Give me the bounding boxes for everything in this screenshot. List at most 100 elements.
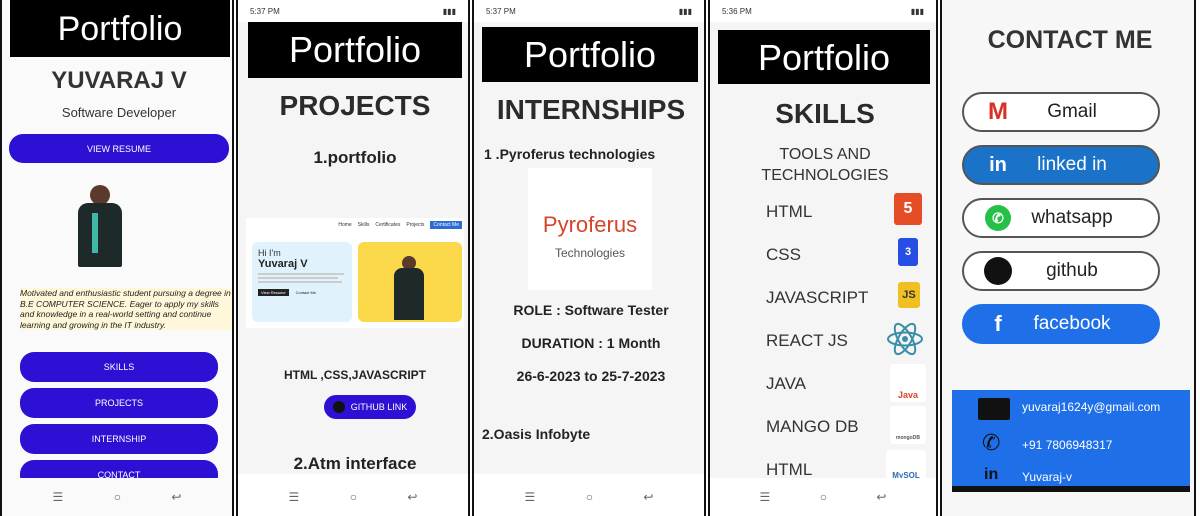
battery-icon: ▮▮▮ (910, 6, 924, 16)
home-icon[interactable]: ○ (350, 490, 357, 504)
github-icon (332, 401, 345, 413)
preview-nav-item: Home (338, 222, 352, 228)
status-time: 5:37 PM (250, 6, 280, 16)
footer-email[interactable]: yuvaraj1624y@gmail.com (1022, 400, 1160, 414)
system-nav-bar: ☰ ○ ↩ (238, 490, 468, 504)
internship-dates: 26-6-2023 to 25-7-2023 (516, 368, 666, 384)
linkedin-icon: in (984, 466, 999, 483)
skills-subtitle: TOOLS AND TECHNOLOGIES (710, 144, 936, 186)
menu-icon[interactable]: ☰ (524, 490, 535, 504)
css3-icon: 3 (898, 238, 918, 266)
skill-item: HTML (766, 202, 813, 221)
project-title: 1.portfolio (313, 148, 397, 167)
github-link-label: GITHUB LINK (350, 402, 408, 412)
github-icon (982, 255, 1014, 287)
logo-subtext: Technologies (554, 246, 626, 260)
nav-internship-button[interactable]: INTERNSHIP (20, 424, 218, 454)
logo-text: Pyroferus (542, 212, 638, 237)
profile-name: YUVARAJ V (51, 67, 187, 94)
linkedin-icon: in (989, 153, 1007, 176)
preview-nav-item: Projects (406, 222, 425, 228)
system-nav-bar: ☰ ○ ↩ (2, 490, 232, 504)
section-title: SKILLS (775, 98, 875, 129)
preview-nav-item: Contact Me (430, 221, 462, 229)
app-header: Portfolio (718, 30, 930, 84)
preview-nav-item: Skills (357, 222, 370, 228)
screen-home: Portfolio YUVARAJ V Software Developer V… (0, 0, 234, 516)
facebook-button[interactable]: f facebook (962, 304, 1160, 344)
internship-title: 2.Oasis Infobyte (482, 426, 591, 442)
screen-skills: 5:36 PM ▮▮▮ Portfolio SKILLS TOOLS AND T… (708, 0, 938, 516)
skill-item: MANGO DB (766, 417, 859, 436)
facebook-icon: f (994, 311, 1002, 336)
system-nav-bar: ☰ ○ ↩ (474, 490, 704, 504)
whatsapp-button[interactable]: ✆ whatsapp (962, 198, 1160, 238)
battery-icon: ▮▮▮ (678, 6, 692, 16)
status-bar: 5:37 PM ▮▮▮ (238, 0, 468, 22)
subtitle-line: TOOLS AND (779, 146, 871, 163)
github-link-button[interactable]: GITHUB LINK (324, 395, 416, 419)
html5-icon: 5 (894, 193, 922, 225)
subtitle-line: TECHNOLOGIES (761, 167, 889, 184)
gmail-label: Gmail (1047, 101, 1097, 122)
profile-role: Software Developer (61, 105, 177, 120)
footer-linkedin[interactable]: Yuvaraj-v (1022, 470, 1072, 484)
app-header: Portfolio (248, 22, 462, 78)
home-icon[interactable]: ○ (114, 490, 121, 504)
status-bar: 5:37 PM ▮▮▮ (474, 0, 704, 22)
nav-skills-button[interactable]: SKILLS (20, 352, 218, 382)
home-icon[interactable]: ○ (586, 490, 593, 504)
internship-duration: DURATION : 1 Month (521, 335, 661, 351)
internship-title: 1 .Pyroferus technologies (484, 146, 656, 162)
mongodb-icon: mongoDB (890, 406, 926, 444)
gmail-button[interactable]: M Gmail (962, 92, 1160, 132)
phone-icon: ✆ (982, 430, 1001, 455)
menu-icon[interactable]: ☰ (52, 490, 63, 504)
react-icon (886, 322, 924, 356)
java-icon: Java (890, 364, 926, 402)
back-icon[interactable]: ↩ (643, 490, 653, 504)
preview-hero-card: Hi I'm Yuvaraj V View Resume Contact Me (252, 242, 352, 322)
bio-text: Motivated and enthusiastic student pursu… (20, 288, 232, 330)
menu-icon[interactable]: ☰ (759, 490, 770, 504)
footer-phone[interactable]: +91 7806948317 (1022, 438, 1112, 452)
github-label: github (1046, 260, 1098, 281)
back-icon[interactable]: ↩ (407, 490, 417, 504)
view-resume-button[interactable]: VIEW RESUME (9, 134, 229, 163)
back-icon[interactable]: ↩ (171, 490, 181, 504)
status-bar: 5:36 PM ▮▮▮ (710, 0, 936, 22)
project-title: 2.Atm interface (293, 454, 417, 473)
status-time: 5:36 PM (722, 6, 752, 16)
system-nav-bar: ☰ ○ ↩ (710, 490, 936, 504)
preview-resume-button: View Resume (258, 289, 289, 296)
section-title: PROJECTS (279, 90, 431, 121)
app-header: Portfolio (482, 27, 698, 82)
preview-greeting: Hi I'm (258, 248, 281, 258)
whatsapp-icon: ✆ (982, 202, 1014, 234)
home-icon[interactable]: ○ (820, 490, 827, 504)
project-tech: HTML ,CSS,JAVASCRIPT (283, 368, 426, 382)
javascript-icon: JS (898, 282, 920, 308)
preview-name: Yuvaraj V (258, 258, 308, 270)
preview-contact-button: Contact Me (295, 290, 317, 295)
back-icon[interactable]: ↩ (876, 490, 886, 504)
facebook-label: facebook (1033, 313, 1111, 334)
whatsapp-label: whatsapp (1031, 207, 1113, 228)
preview-photo-card (358, 242, 462, 322)
gmail-icon: M (988, 98, 1008, 125)
skill-item: JAVASCRIPT (766, 288, 869, 307)
avatar (72, 185, 128, 267)
pyroferus-logo: Pyroferus Technologies (528, 168, 652, 290)
linkedin-button[interactable]: in linked in (962, 145, 1160, 185)
skill-item: REACT JS (766, 331, 848, 350)
menu-icon[interactable]: ☰ (288, 490, 299, 504)
screen-contact: CONTACT ME M Gmail in linked in ✆ whatsa… (940, 0, 1196, 516)
skill-item: CSS (766, 245, 801, 264)
section-title: INTERNSHIPS (496, 94, 686, 125)
preview-nav-item: Certificates (375, 222, 401, 228)
github-button[interactable]: github (962, 251, 1160, 291)
contact-title: CONTACT ME (987, 26, 1153, 54)
internship-role: ROLE : Software Tester (513, 302, 669, 318)
project-preview[interactable]: Home Skills Certificates Projects Contac… (246, 218, 464, 328)
nav-projects-button[interactable]: PROJECTS (20, 388, 218, 418)
